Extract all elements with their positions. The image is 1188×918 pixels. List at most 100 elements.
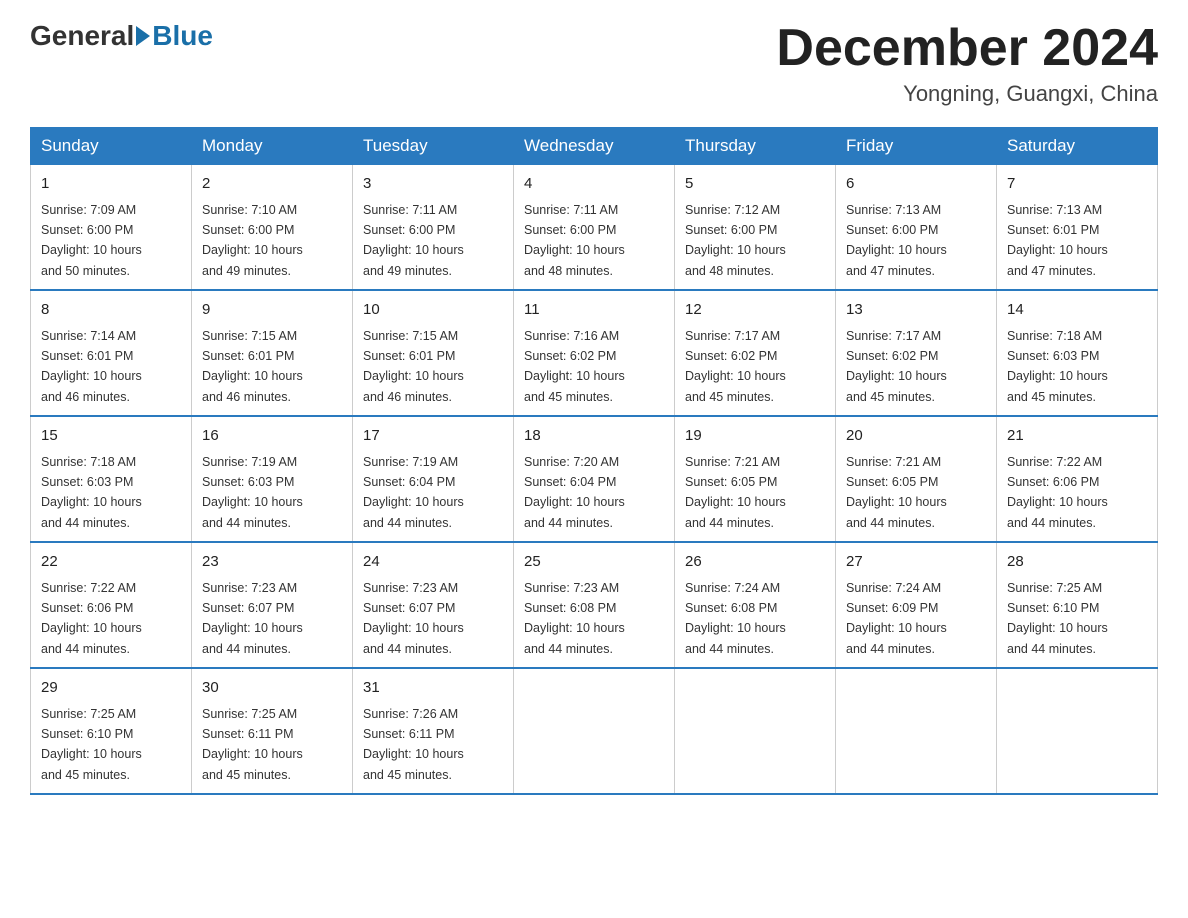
week-row-3: 15 Sunrise: 7:18 AMSunset: 6:03 PMDaylig… bbox=[31, 416, 1158, 542]
day-info: Sunrise: 7:24 AMSunset: 6:08 PMDaylight:… bbox=[685, 581, 786, 656]
header-friday: Friday bbox=[836, 128, 997, 165]
day-cell bbox=[836, 668, 997, 794]
day-info: Sunrise: 7:19 AMSunset: 6:03 PMDaylight:… bbox=[202, 455, 303, 530]
day-number: 15 bbox=[41, 425, 181, 448]
day-number: 1 bbox=[41, 173, 181, 196]
day-info: Sunrise: 7:26 AMSunset: 6:11 PMDaylight:… bbox=[363, 707, 464, 782]
day-cell: 6 Sunrise: 7:13 AMSunset: 6:00 PMDayligh… bbox=[836, 165, 997, 291]
logo: General Blue bbox=[30, 20, 213, 52]
day-cell bbox=[514, 668, 675, 794]
day-number: 16 bbox=[202, 425, 342, 448]
logo-blue: Blue bbox=[152, 20, 213, 52]
day-number: 27 bbox=[846, 551, 986, 574]
day-cell: 22 Sunrise: 7:22 AMSunset: 6:06 PMDaylig… bbox=[31, 542, 192, 668]
day-number: 13 bbox=[846, 299, 986, 322]
day-number: 23 bbox=[202, 551, 342, 574]
header-tuesday: Tuesday bbox=[353, 128, 514, 165]
day-cell: 1 Sunrise: 7:09 AMSunset: 6:00 PMDayligh… bbox=[31, 165, 192, 291]
day-info: Sunrise: 7:13 AMSunset: 6:01 PMDaylight:… bbox=[1007, 203, 1108, 278]
day-number: 19 bbox=[685, 425, 825, 448]
logo-general: General bbox=[30, 20, 134, 52]
day-info: Sunrise: 7:22 AMSunset: 6:06 PMDaylight:… bbox=[1007, 455, 1108, 530]
day-info: Sunrise: 7:11 AMSunset: 6:00 PMDaylight:… bbox=[524, 203, 625, 278]
day-number: 25 bbox=[524, 551, 664, 574]
day-number: 31 bbox=[363, 677, 503, 700]
day-cell: 2 Sunrise: 7:10 AMSunset: 6:00 PMDayligh… bbox=[192, 165, 353, 291]
day-cell: 18 Sunrise: 7:20 AMSunset: 6:04 PMDaylig… bbox=[514, 416, 675, 542]
day-info: Sunrise: 7:25 AMSunset: 6:10 PMDaylight:… bbox=[1007, 581, 1108, 656]
month-title: December 2024 bbox=[776, 20, 1158, 77]
week-row-2: 8 Sunrise: 7:14 AMSunset: 6:01 PMDayligh… bbox=[31, 290, 1158, 416]
day-cell: 11 Sunrise: 7:16 AMSunset: 6:02 PMDaylig… bbox=[514, 290, 675, 416]
day-cell: 15 Sunrise: 7:18 AMSunset: 6:03 PMDaylig… bbox=[31, 416, 192, 542]
day-cell: 28 Sunrise: 7:25 AMSunset: 6:10 PMDaylig… bbox=[997, 542, 1158, 668]
day-cell: 16 Sunrise: 7:19 AMSunset: 6:03 PMDaylig… bbox=[192, 416, 353, 542]
day-info: Sunrise: 7:25 AMSunset: 6:10 PMDaylight:… bbox=[41, 707, 142, 782]
day-cell: 8 Sunrise: 7:14 AMSunset: 6:01 PMDayligh… bbox=[31, 290, 192, 416]
day-info: Sunrise: 7:19 AMSunset: 6:04 PMDaylight:… bbox=[363, 455, 464, 530]
week-row-5: 29 Sunrise: 7:25 AMSunset: 6:10 PMDaylig… bbox=[31, 668, 1158, 794]
day-info: Sunrise: 7:17 AMSunset: 6:02 PMDaylight:… bbox=[846, 329, 947, 404]
logo-arrow-icon bbox=[136, 26, 150, 46]
day-info: Sunrise: 7:18 AMSunset: 6:03 PMDaylight:… bbox=[1007, 329, 1108, 404]
header-sunday: Sunday bbox=[31, 128, 192, 165]
day-number: 29 bbox=[41, 677, 181, 700]
day-info: Sunrise: 7:23 AMSunset: 6:07 PMDaylight:… bbox=[363, 581, 464, 656]
day-info: Sunrise: 7:15 AMSunset: 6:01 PMDaylight:… bbox=[202, 329, 303, 404]
day-cell: 14 Sunrise: 7:18 AMSunset: 6:03 PMDaylig… bbox=[997, 290, 1158, 416]
day-info: Sunrise: 7:11 AMSunset: 6:00 PMDaylight:… bbox=[363, 203, 464, 278]
day-cell: 29 Sunrise: 7:25 AMSunset: 6:10 PMDaylig… bbox=[31, 668, 192, 794]
calendar-table: Sunday Monday Tuesday Wednesday Thursday… bbox=[30, 127, 1158, 795]
day-info: Sunrise: 7:09 AMSunset: 6:00 PMDaylight:… bbox=[41, 203, 142, 278]
day-number: 20 bbox=[846, 425, 986, 448]
day-cell: 30 Sunrise: 7:25 AMSunset: 6:11 PMDaylig… bbox=[192, 668, 353, 794]
day-cell: 3 Sunrise: 7:11 AMSunset: 6:00 PMDayligh… bbox=[353, 165, 514, 291]
day-number: 22 bbox=[41, 551, 181, 574]
day-cell: 7 Sunrise: 7:13 AMSunset: 6:01 PMDayligh… bbox=[997, 165, 1158, 291]
day-number: 9 bbox=[202, 299, 342, 322]
day-cell: 23 Sunrise: 7:23 AMSunset: 6:07 PMDaylig… bbox=[192, 542, 353, 668]
day-cell: 17 Sunrise: 7:19 AMSunset: 6:04 PMDaylig… bbox=[353, 416, 514, 542]
day-info: Sunrise: 7:16 AMSunset: 6:02 PMDaylight:… bbox=[524, 329, 625, 404]
day-info: Sunrise: 7:18 AMSunset: 6:03 PMDaylight:… bbox=[41, 455, 142, 530]
day-info: Sunrise: 7:24 AMSunset: 6:09 PMDaylight:… bbox=[846, 581, 947, 656]
location: Yongning, Guangxi, China bbox=[776, 81, 1158, 107]
day-info: Sunrise: 7:13 AMSunset: 6:00 PMDaylight:… bbox=[846, 203, 947, 278]
day-cell: 26 Sunrise: 7:24 AMSunset: 6:08 PMDaylig… bbox=[675, 542, 836, 668]
day-cell: 10 Sunrise: 7:15 AMSunset: 6:01 PMDaylig… bbox=[353, 290, 514, 416]
calendar-header: Sunday Monday Tuesday Wednesday Thursday… bbox=[31, 128, 1158, 165]
day-info: Sunrise: 7:17 AMSunset: 6:02 PMDaylight:… bbox=[685, 329, 786, 404]
calendar-body: 1 Sunrise: 7:09 AMSunset: 6:00 PMDayligh… bbox=[31, 165, 1158, 795]
header-row: Sunday Monday Tuesday Wednesday Thursday… bbox=[31, 128, 1158, 165]
day-cell: 27 Sunrise: 7:24 AMSunset: 6:09 PMDaylig… bbox=[836, 542, 997, 668]
day-number: 21 bbox=[1007, 425, 1147, 448]
day-cell: 5 Sunrise: 7:12 AMSunset: 6:00 PMDayligh… bbox=[675, 165, 836, 291]
day-cell bbox=[675, 668, 836, 794]
day-cell: 25 Sunrise: 7:23 AMSunset: 6:08 PMDaylig… bbox=[514, 542, 675, 668]
day-number: 7 bbox=[1007, 173, 1147, 196]
header-saturday: Saturday bbox=[997, 128, 1158, 165]
day-number: 3 bbox=[363, 173, 503, 196]
day-info: Sunrise: 7:23 AMSunset: 6:08 PMDaylight:… bbox=[524, 581, 625, 656]
logo-area: General Blue bbox=[30, 20, 213, 52]
day-info: Sunrise: 7:22 AMSunset: 6:06 PMDaylight:… bbox=[41, 581, 142, 656]
day-cell: 12 Sunrise: 7:17 AMSunset: 6:02 PMDaylig… bbox=[675, 290, 836, 416]
day-number: 17 bbox=[363, 425, 503, 448]
day-number: 8 bbox=[41, 299, 181, 322]
day-info: Sunrise: 7:20 AMSunset: 6:04 PMDaylight:… bbox=[524, 455, 625, 530]
day-number: 4 bbox=[524, 173, 664, 196]
day-number: 26 bbox=[685, 551, 825, 574]
day-info: Sunrise: 7:15 AMSunset: 6:01 PMDaylight:… bbox=[363, 329, 464, 404]
day-info: Sunrise: 7:21 AMSunset: 6:05 PMDaylight:… bbox=[685, 455, 786, 530]
day-info: Sunrise: 7:12 AMSunset: 6:00 PMDaylight:… bbox=[685, 203, 786, 278]
title-area: December 2024 Yongning, Guangxi, China bbox=[776, 20, 1158, 107]
week-row-4: 22 Sunrise: 7:22 AMSunset: 6:06 PMDaylig… bbox=[31, 542, 1158, 668]
week-row-1: 1 Sunrise: 7:09 AMSunset: 6:00 PMDayligh… bbox=[31, 165, 1158, 291]
day-number: 12 bbox=[685, 299, 825, 322]
page-header: General Blue December 2024 Yongning, Gua… bbox=[30, 20, 1158, 107]
day-cell: 21 Sunrise: 7:22 AMSunset: 6:06 PMDaylig… bbox=[997, 416, 1158, 542]
day-number: 14 bbox=[1007, 299, 1147, 322]
day-cell: 4 Sunrise: 7:11 AMSunset: 6:00 PMDayligh… bbox=[514, 165, 675, 291]
day-number: 10 bbox=[363, 299, 503, 322]
day-cell: 19 Sunrise: 7:21 AMSunset: 6:05 PMDaylig… bbox=[675, 416, 836, 542]
